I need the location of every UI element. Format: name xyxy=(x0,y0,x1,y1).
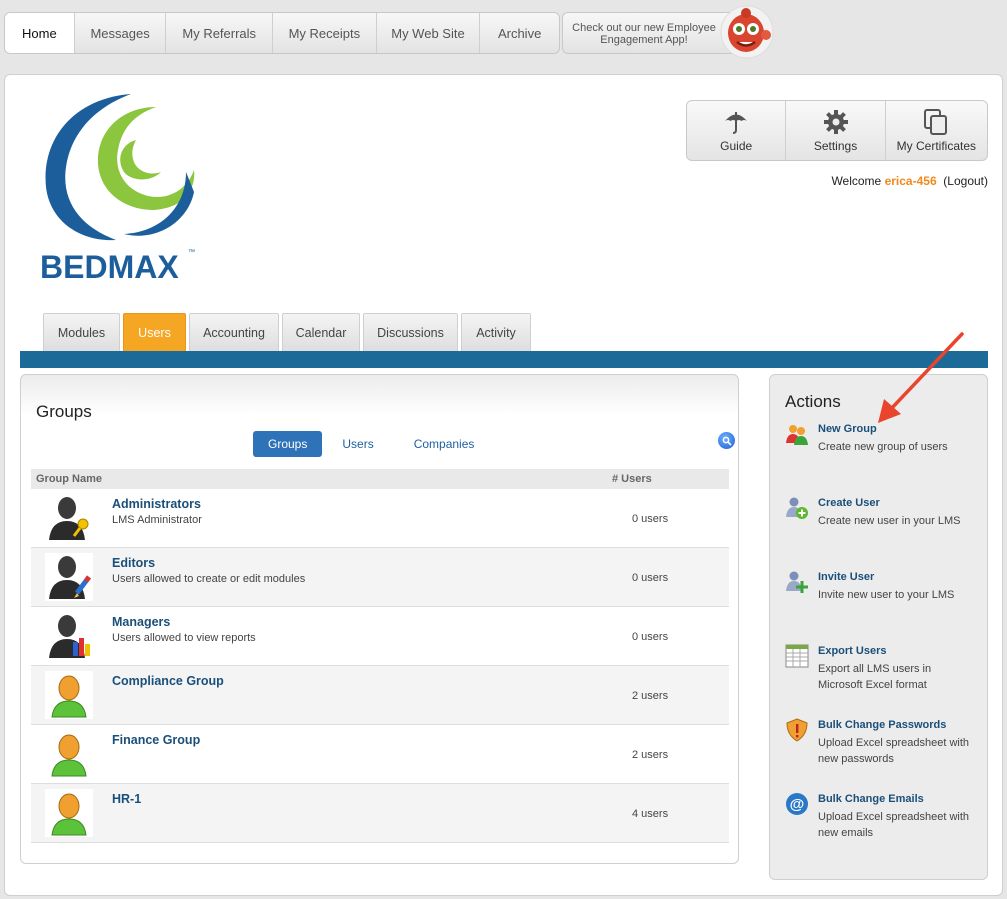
shield-warning-icon xyxy=(786,718,808,742)
tab-discussions[interactable]: Discussions xyxy=(363,313,458,351)
my-certificates-button[interactable]: My Certificates xyxy=(886,101,987,160)
group-description: Users allowed to view reports xyxy=(112,632,256,644)
actions-panel: Actions New Group Create new group of us… xyxy=(769,374,988,880)
create-user-icon xyxy=(786,497,808,519)
view-tab-groups[interactable]: Groups xyxy=(253,431,323,457)
group-description: LMS Administrator xyxy=(112,514,202,526)
invite-user-icon xyxy=(786,571,808,593)
group-user-count: 2 users xyxy=(632,690,669,702)
toolbar: Guide Settings My Certificates xyxy=(686,100,988,161)
table-row[interactable]: Administrators LMS Administrator 0 users xyxy=(31,489,729,548)
section-tabs: Modules Users Accounting Calendar Discus… xyxy=(43,313,531,351)
tab-calendar[interactable]: Calendar xyxy=(282,313,360,351)
group-user-count: 2 users xyxy=(632,749,669,761)
welcome-prefix: Welcome xyxy=(831,174,882,188)
group-user-count: 0 users xyxy=(632,572,669,584)
column-group-name[interactable]: Group Name xyxy=(36,473,102,485)
groups-table: Administrators LMS Administrator 0 users… xyxy=(31,489,729,843)
nav-archive[interactable]: Archive xyxy=(480,13,559,53)
tab-users[interactable]: Users xyxy=(123,313,186,351)
view-tab-companies[interactable]: Companies xyxy=(394,431,495,457)
action-title[interactable]: Create User xyxy=(818,497,880,509)
new-group-icon xyxy=(786,425,808,445)
tab-activity[interactable]: Activity xyxy=(461,313,531,351)
table-row[interactable]: Managers Users allowed to view reports 0… xyxy=(31,607,729,666)
umbrella-icon xyxy=(725,112,748,134)
my-certificates-label: My Certificates xyxy=(896,139,977,153)
top-nav: Home Messages My Referrals My Receipts M… xyxy=(4,12,560,54)
groups-title: Groups xyxy=(36,402,92,421)
settings-button[interactable]: Settings xyxy=(786,101,886,160)
search-button[interactable] xyxy=(718,432,735,449)
action-description: Export all LMS users in Microsoft Excel … xyxy=(818,663,932,691)
groups-panel: Groups Groups Users Companies Group Name… xyxy=(20,374,739,864)
editor-avatar-icon xyxy=(45,553,93,601)
guide-button[interactable]: Guide xyxy=(687,101,787,160)
group-user-count: 0 users xyxy=(632,513,669,525)
nav-home[interactable]: Home xyxy=(5,13,75,53)
table-row[interactable]: Editors Users allowed to create or edit … xyxy=(31,548,729,607)
action-title[interactable]: Export Users xyxy=(818,645,886,657)
svg-text:™: ™ xyxy=(188,249,195,256)
nav-my-referrals[interactable]: My Referrals xyxy=(166,13,274,53)
group-description: Users allowed to create or edit modules xyxy=(112,573,306,585)
username[interactable]: erica-456 xyxy=(885,174,937,188)
view-tab-users[interactable]: Users xyxy=(322,431,393,457)
logout-link[interactable]: (Logout) xyxy=(943,174,988,188)
at-sign-icon: @ xyxy=(786,793,808,815)
admin-avatar-icon xyxy=(45,494,93,542)
group-name[interactable]: Compliance Group xyxy=(112,674,224,688)
action-description: Upload Excel spreadsheet with new emails xyxy=(818,811,970,839)
action-description: Create new group of users xyxy=(818,441,948,453)
svg-text:@: @ xyxy=(790,796,805,813)
bedmax-logo: BEDMAX ™ xyxy=(40,94,195,282)
tab-modules[interactable]: Modules xyxy=(43,313,120,351)
tab-accounting[interactable]: Accounting xyxy=(189,313,279,351)
group-name[interactable]: Managers xyxy=(112,615,170,629)
nav-my-receipts[interactable]: My Receipts xyxy=(273,13,377,53)
group-name[interactable]: Administrators xyxy=(112,497,201,511)
nav-my-web-site[interactable]: My Web Site xyxy=(377,13,481,53)
action-description: Create new user in your LMS xyxy=(818,515,961,527)
mascot-icon[interactable] xyxy=(718,2,776,60)
gear-icon xyxy=(823,110,848,134)
user-avatar-icon xyxy=(45,789,93,837)
action-title[interactable]: New Group xyxy=(818,423,877,435)
guide-label: Guide xyxy=(720,139,753,153)
action-title[interactable]: Bulk Change Passwords xyxy=(818,719,946,731)
nav-messages[interactable]: Messages xyxy=(75,13,167,53)
table-header: Group Name # Users xyxy=(31,469,729,489)
group-name[interactable]: Editors xyxy=(112,556,155,570)
copy-icon xyxy=(924,109,948,135)
search-icon xyxy=(722,436,732,446)
groups-view-tabs: Groups Users Companies xyxy=(253,431,494,457)
actions-title: Actions xyxy=(785,392,841,411)
settings-label: Settings xyxy=(813,139,858,153)
user-avatar-icon xyxy=(45,730,93,778)
user-avatar-icon xyxy=(45,671,93,719)
group-user-count: 4 users xyxy=(632,808,669,820)
action-title[interactable]: Bulk Change Emails xyxy=(818,793,924,805)
group-user-count: 0 users xyxy=(632,631,669,643)
action-title[interactable]: Invite User xyxy=(818,571,874,583)
manager-avatar-icon xyxy=(45,612,93,660)
action-description: Upload Excel spreadsheet with new passwo… xyxy=(818,737,970,765)
action-description: Invite new user to your LMS xyxy=(818,589,955,601)
table-row[interactable]: HR-1 4 users xyxy=(31,784,729,843)
promo-text: Check out our new Employee Engagement Ap… xyxy=(572,22,716,46)
column-user-count[interactable]: # Users xyxy=(612,473,652,485)
table-row[interactable]: Finance Group 2 users xyxy=(31,725,729,784)
table-row[interactable]: Compliance Group 2 users xyxy=(31,666,729,725)
group-name[interactable]: HR-1 xyxy=(112,792,141,806)
welcome-line: Welcome erica-456 (Logout) xyxy=(831,174,988,188)
section-divider-bar xyxy=(20,351,988,368)
spreadsheet-icon xyxy=(785,644,809,668)
group-name[interactable]: Finance Group xyxy=(112,733,200,747)
svg-text:BEDMAX: BEDMAX xyxy=(40,249,179,282)
